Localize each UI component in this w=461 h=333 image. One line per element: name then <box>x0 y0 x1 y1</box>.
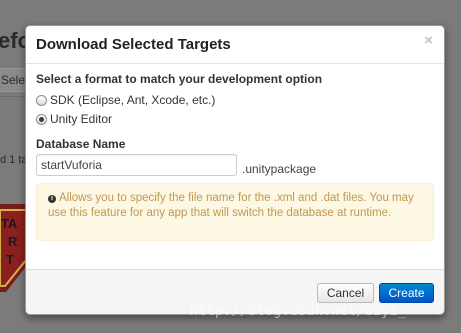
create-button[interactable]: Create <box>379 283 434 303</box>
database-suffix: .unitypackage <box>242 162 317 176</box>
background-thumb-line-1: TA <box>1 216 18 231</box>
dialog-header: Download Selected Targets × <box>26 26 444 64</box>
info-text: Allows you to specify the file name for … <box>48 192 414 219</box>
format-option-sdk[interactable]: SDK (Eclipse, Ant, Xcode, etc.) <box>36 93 215 107</box>
unity-editor-radio[interactable] <box>36 113 47 125</box>
database-name-label: Database Name <box>36 137 126 151</box>
info-icon: i <box>48 195 56 203</box>
background-thumb-line-3: T <box>6 252 14 267</box>
sdk-radio[interactable] <box>36 94 47 106</box>
sdk-radio-label: SDK (Eclipse, Ant, Xcode, etc.) <box>50 93 216 107</box>
format-prompt: Select a format to match your developmen… <box>36 72 323 86</box>
background-target-thumbnail: TA R T <box>0 204 28 292</box>
database-name-input[interactable] <box>36 154 237 176</box>
background-divider <box>0 96 26 97</box>
close-icon[interactable]: × <box>424 32 433 49</box>
background-count-text: d 1 ta <box>0 154 28 166</box>
watermark-text: http://blog.csdn.net/dzyi_ <box>190 304 407 319</box>
background-thumb-line-2: R <box>8 234 18 249</box>
dialog-title: Download Selected Targets <box>36 36 231 53</box>
info-alert: i Allows you to specify the file name for… <box>36 183 434 241</box>
format-option-unity[interactable]: Unity Editor <box>36 112 112 126</box>
download-targets-dialog: Download Selected Targets × Select a for… <box>25 25 445 315</box>
cancel-button[interactable]: Cancel <box>317 283 374 303</box>
unity-editor-radio-label: Unity Editor <box>50 112 113 126</box>
